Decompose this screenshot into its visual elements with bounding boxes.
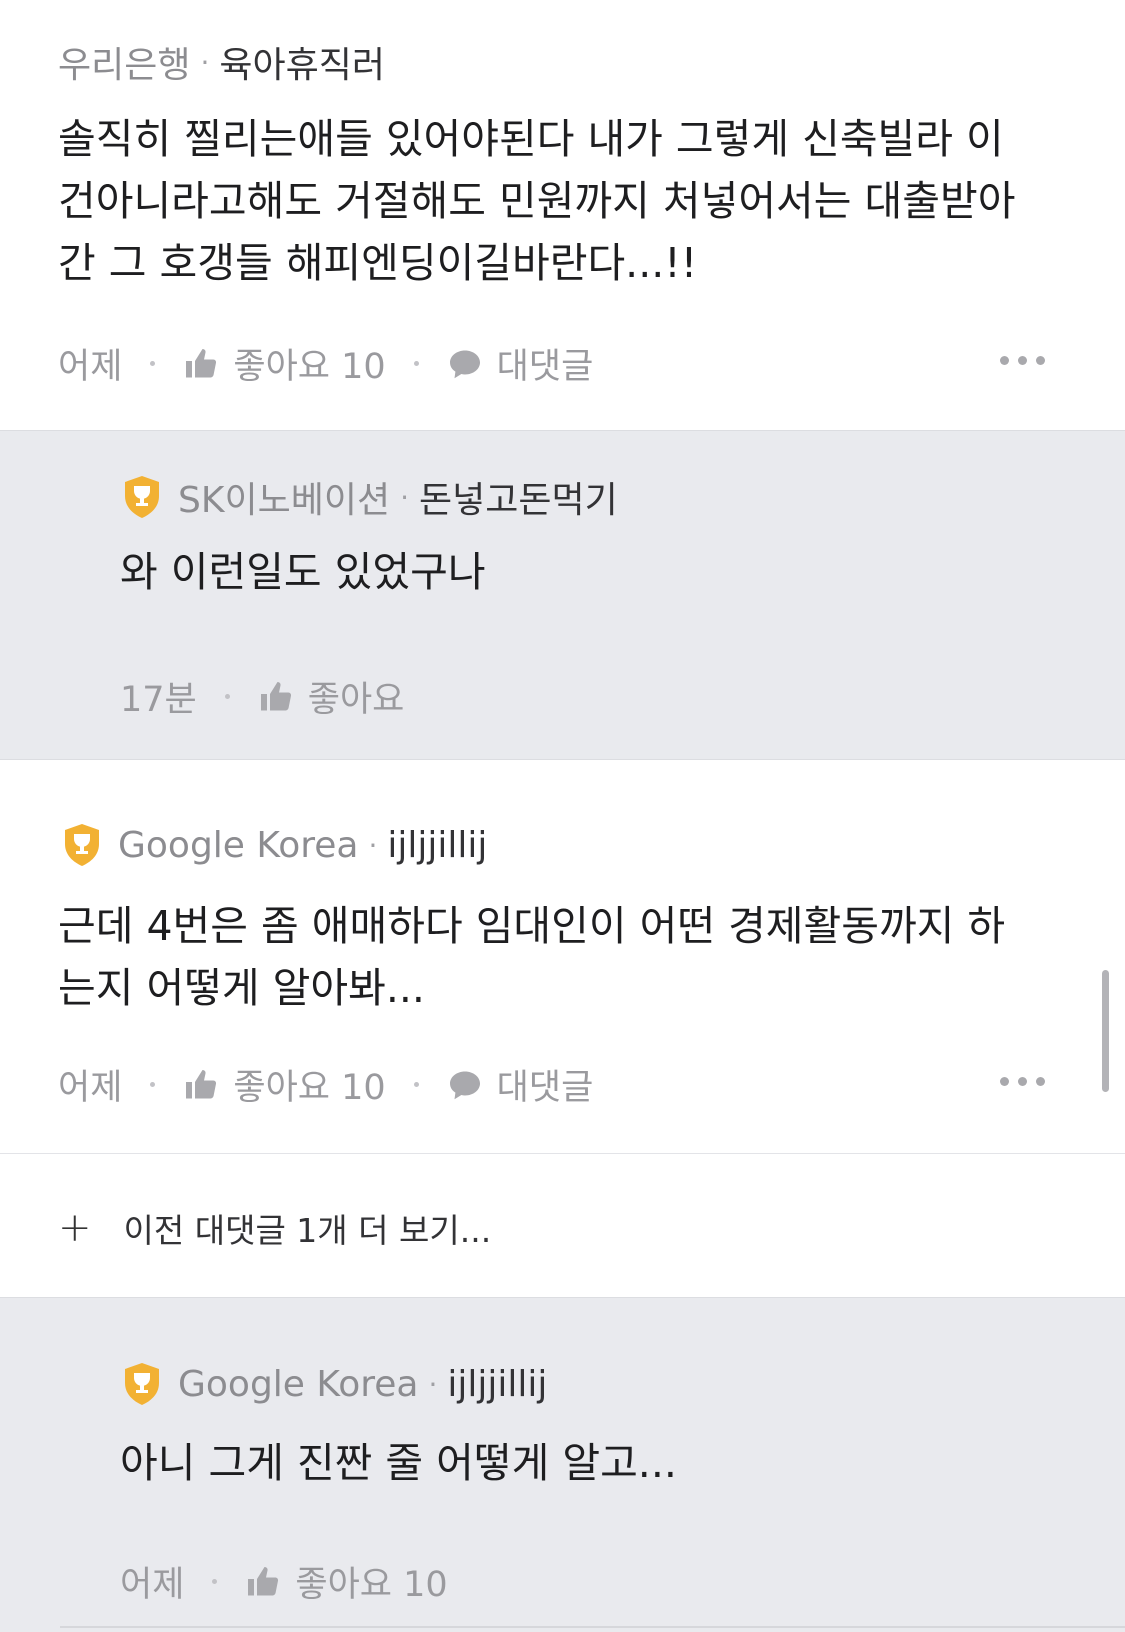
thumbs-up-icon: [186, 1069, 217, 1098]
reply-button[interactable]: 대댓글: [447, 338, 594, 389]
like-button[interactable]: 좋아요: [258, 671, 405, 722]
comment-line: 는지 어떻게 알아봐...: [58, 964, 425, 1012]
comment-author[interactable]: Google Korea · ijljjillij: [122, 1362, 547, 1406]
separator-dot: ·: [400, 480, 409, 514]
speech-bubble-icon: [449, 1071, 480, 1099]
reply-button[interactable]: 대댓글: [447, 1059, 594, 1110]
comment-time: 어제: [58, 1068, 123, 1108]
separator-dot: [150, 361, 156, 366]
separator-dot: [150, 1082, 156, 1087]
comment-time: 어제: [120, 1565, 185, 1605]
comment-line: 와 이런일도 있었구나: [120, 548, 486, 596]
like-label: 좋아요 10: [233, 347, 386, 387]
reply-item: SK이노베이션 · 돈넣고돈먹기 와 이런일도 있었구나 17분 좋아요: [0, 430, 1125, 760]
comment-item: 우리은행 · 육아휴직러 솔직히 찔리는애들 있어야된다 내가 그렇게 신축빌라…: [0, 0, 1125, 430]
comment-time: 어제: [58, 347, 123, 387]
separator-dot: [212, 1579, 218, 1584]
scrollbar[interactable]: [1102, 970, 1109, 1092]
like-button[interactable]: 좋아요 10: [245, 1556, 448, 1607]
comment-body: 와 이런일도 있었구나: [120, 541, 486, 603]
comment-line: 솔직히 찔리는애들 있어야된다 내가 그렇게 신축빌라 이: [58, 115, 1004, 163]
reply-item: Google Korea · ijljjillij 아니 그게 진짠 줄 어떻게…: [0, 1297, 1125, 1632]
like-button[interactable]: 좋아요 10: [183, 1059, 386, 1110]
speech-bubble-icon: [449, 350, 480, 378]
comment-author[interactable]: Google Korea · ijljjillij: [62, 823, 487, 867]
comment-line: 근데 4번은 좀 애매하다 임대인이 어떤 경제활동까지 하: [58, 902, 1006, 950]
comment-actions: 어제 좋아요 10 대댓글: [58, 1059, 593, 1110]
separator-dot: [224, 694, 230, 699]
comment-actions: 어제 좋아요 10 대댓글: [58, 338, 593, 389]
comment-author[interactable]: SK이노베이션 · 돈넣고돈먹기: [122, 471, 618, 523]
comment-line: 건아니라고해도 거절해도 민원까지 처넣어서는 대출받아: [58, 177, 1016, 225]
nickname: ijljjillij: [447, 1363, 548, 1405]
comment-line: 아니 그게 진짠 줄 어떻게 알고...: [120, 1439, 677, 1487]
separator-dot: ·: [428, 1367, 438, 1401]
trophy-badge-icon: [125, 1363, 159, 1405]
comment-author[interactable]: 우리은행 · 육아휴직러: [58, 36, 385, 88]
comment-body: 아니 그게 진짠 줄 어떻게 알고...: [120, 1432, 677, 1494]
plus-icon: +: [58, 1205, 92, 1251]
comment-item: Google Korea · ijljjillij 근데 4번은 좀 애매하다 …: [0, 761, 1125, 1153]
comment-actions: 어제 좋아요 10: [120, 1556, 448, 1607]
comment-line: 간 그 호갱들 해피엔딩이길바란다...!!: [58, 239, 698, 287]
divider: [60, 1626, 1125, 1628]
more-replies-label: 이전 대댓글 1개 더 보기...: [123, 1211, 492, 1250]
like-label: 좋아요 10: [295, 1565, 448, 1605]
more-options-icon[interactable]: [1000, 1077, 1045, 1086]
comment-body: 솔직히 찔리는애들 있어야된다 내가 그렇게 신축빌라 이 건아니라고해도 거절…: [58, 108, 1015, 294]
comment-time: 17분: [120, 680, 197, 720]
more-replies-button[interactable]: + 이전 대댓글 1개 더 보기...: [58, 1204, 491, 1252]
company-name: Google Korea: [118, 824, 359, 866]
separator-dot: ·: [200, 45, 210, 79]
company-name: SK이노베이션: [178, 480, 391, 521]
more-options-icon[interactable]: [1000, 356, 1045, 365]
nickname: 육아휴직러: [219, 45, 385, 86]
company-name: 우리은행: [58, 45, 191, 86]
like-button[interactable]: 좋아요 10: [183, 338, 386, 389]
like-label: 좋아요: [307, 680, 405, 720]
nickname: ijljjillij: [387, 824, 488, 866]
separator-dot: [413, 1082, 419, 1087]
trophy-badge-icon: [65, 824, 99, 866]
more-replies-row[interactable]: + 이전 대댓글 1개 더 보기...: [0, 1153, 1125, 1297]
reply-label: 대댓글: [496, 1068, 594, 1108]
thumbs-up-icon: [260, 681, 291, 710]
separator-dot: ·: [368, 828, 378, 862]
comment-body: 근데 4번은 좀 애매하다 임대인이 어떤 경제활동까지 하 는지 어떻게 알아…: [58, 895, 1005, 1019]
trophy-badge-icon: [125, 476, 159, 518]
thumbs-up-icon: [248, 1566, 279, 1595]
nickname: 돈넣고돈먹기: [418, 480, 618, 521]
like-label: 좋아요 10: [233, 1068, 386, 1108]
company-name: Google Korea: [178, 1363, 419, 1405]
thumbs-up-icon: [186, 348, 217, 377]
comment-actions: 17분 좋아요: [120, 671, 404, 722]
reply-label: 대댓글: [496, 347, 594, 387]
separator-dot: [413, 361, 419, 366]
